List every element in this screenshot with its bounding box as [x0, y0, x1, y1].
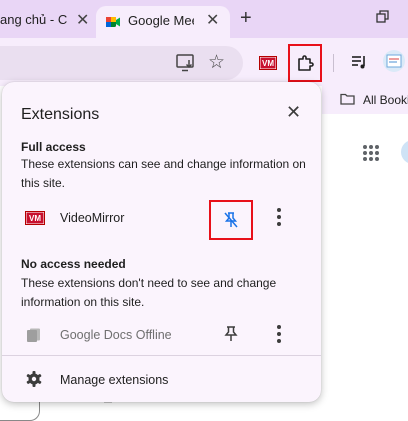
bookmarks-bar: All Booki [322, 86, 408, 114]
no-access-description: These extensions don't need to see and c… [21, 276, 277, 309]
avatar-image [386, 54, 402, 68]
more-options-icon[interactable] [273, 325, 285, 343]
extensions-popup: Extensions ✕ Full access These extension… [2, 82, 321, 402]
google-docs-offline-icon [27, 328, 40, 342]
toolbar [0, 38, 408, 86]
profile-avatar[interactable] [383, 50, 405, 72]
manage-extensions-button[interactable]: Manage extensions [2, 364, 321, 396]
svg-text:VM: VM [29, 214, 41, 223]
extensions-button[interactable] [288, 44, 322, 82]
tab-close-icon[interactable]: ✕ [76, 10, 89, 30]
tab-google-meet[interactable]: Google Mee ✕ [96, 6, 230, 38]
extension-name: VideoMirror [60, 211, 125, 225]
tab-strip: ang chủ - C ✕ Google Mee ✕ + [0, 0, 408, 38]
extension-row-google-docs-offline[interactable]: Google Docs Offline [2, 319, 321, 351]
puzzle-icon [298, 55, 314, 71]
pin-extension-button[interactable] [209, 200, 253, 240]
address-bar[interactable] [0, 46, 243, 80]
pin-off-icon [224, 212, 238, 228]
gear-icon [26, 371, 42, 387]
extension-name: Google Docs Offline [60, 328, 172, 342]
videomirror-icon: VM [25, 211, 45, 225]
pin-extension-button[interactable] [219, 323, 243, 347]
tab-close-icon[interactable]: ✕ [206, 10, 219, 30]
popup-divider [2, 355, 321, 356]
tab-title: Google Mee [128, 13, 194, 28]
more-options-icon[interactable] [273, 208, 285, 226]
bookmark-star-icon[interactable]: ☆ [208, 51, 225, 74]
toolbar-separator [333, 54, 334, 72]
manage-extensions-label: Manage extensions [60, 373, 169, 387]
pin-icon [224, 326, 238, 341]
popup-title: Extensions [21, 106, 100, 123]
svg-text:VM: VM [262, 59, 274, 68]
all-bookmarks-link[interactable]: All Booki [363, 93, 408, 107]
restore-window-icon[interactable] [376, 10, 390, 24]
full-access-description: These extensions can see and change info… [21, 157, 306, 190]
videomirror-toolbar-icon[interactable]: VM [259, 56, 277, 70]
install-app-icon[interactable] [176, 54, 196, 72]
account-avatar[interactable] [401, 140, 408, 164]
media-controls-icon[interactable] [351, 55, 367, 69]
full-access-heading: Full access [21, 140, 86, 154]
extension-row-videomirror[interactable]: VM VideoMirror [2, 200, 321, 240]
tab-home[interactable]: ang chủ - C ✕ [0, 0, 96, 38]
google-meet-icon [106, 17, 120, 27]
close-icon[interactable]: ✕ [286, 102, 301, 122]
no-access-heading: No access needed [21, 257, 126, 271]
tab-title: ang chủ - C [0, 12, 68, 27]
new-tab-icon[interactable]: + [240, 7, 252, 30]
folder-icon [340, 93, 355, 105]
